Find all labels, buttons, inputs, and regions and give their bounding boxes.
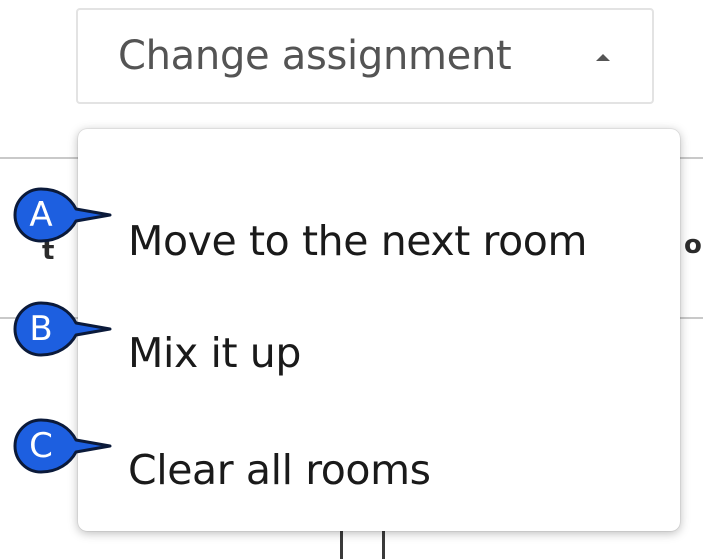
caret-up-icon <box>596 54 610 61</box>
background-column-border-right <box>382 531 385 559</box>
menu-item-mix-it-up[interactable]: Mix it up <box>78 299 680 409</box>
menu-item-label: Mix it up <box>128 329 301 377</box>
callout-letter: A <box>29 195 53 235</box>
menu-item-label: Move to the next room <box>128 217 588 265</box>
change-assignment-button[interactable]: Change assignment <box>76 8 654 104</box>
callout-marker-a: A <box>6 184 116 244</box>
callout-marker-b: B <box>6 298 116 358</box>
callout-letter: B <box>29 309 53 349</box>
menu-item-clear-all-rooms[interactable]: Clear all rooms <box>78 416 680 526</box>
change-assignment-label: Change assignment <box>118 33 512 79</box>
menu-item-label: Clear all rooms <box>128 446 431 494</box>
menu-item-move-to-next-room[interactable]: Move to the next room <box>78 187 680 297</box>
callout-letter: C <box>29 426 53 466</box>
background-column-border-left <box>340 531 343 559</box>
background-text-fragment-right: o <box>684 230 702 260</box>
change-assignment-menu: Move to the next room Mix it up Clear al… <box>78 129 680 531</box>
callout-marker-c: C <box>6 415 116 475</box>
